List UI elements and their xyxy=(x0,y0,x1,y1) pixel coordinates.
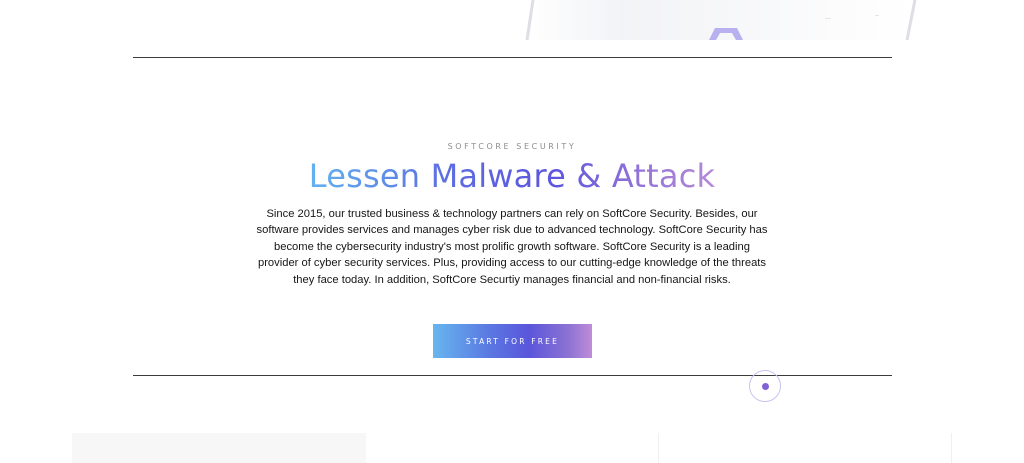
section-divider-top xyxy=(133,57,892,58)
section-headline: Lessen Malware & Attack xyxy=(0,156,1024,196)
feature-card-right xyxy=(658,433,952,463)
start-for-free-button[interactable]: START FOR FREE xyxy=(433,324,592,358)
feature-card-left xyxy=(72,433,366,463)
device-illustration xyxy=(525,0,920,40)
page: SOFTCORE SECURITY Lessen Malware & Attac… xyxy=(0,0,1024,463)
section-eyebrow: SOFTCORE SECURITY xyxy=(447,142,577,151)
section-description: Since 2015, our trusted business & techn… xyxy=(256,208,768,286)
scroll-dot-center xyxy=(762,383,769,390)
section-divider-bottom xyxy=(133,375,892,376)
scroll-dot-icon[interactable] xyxy=(749,370,781,402)
headline-text: Lessen Malware & Attack xyxy=(308,157,716,195)
